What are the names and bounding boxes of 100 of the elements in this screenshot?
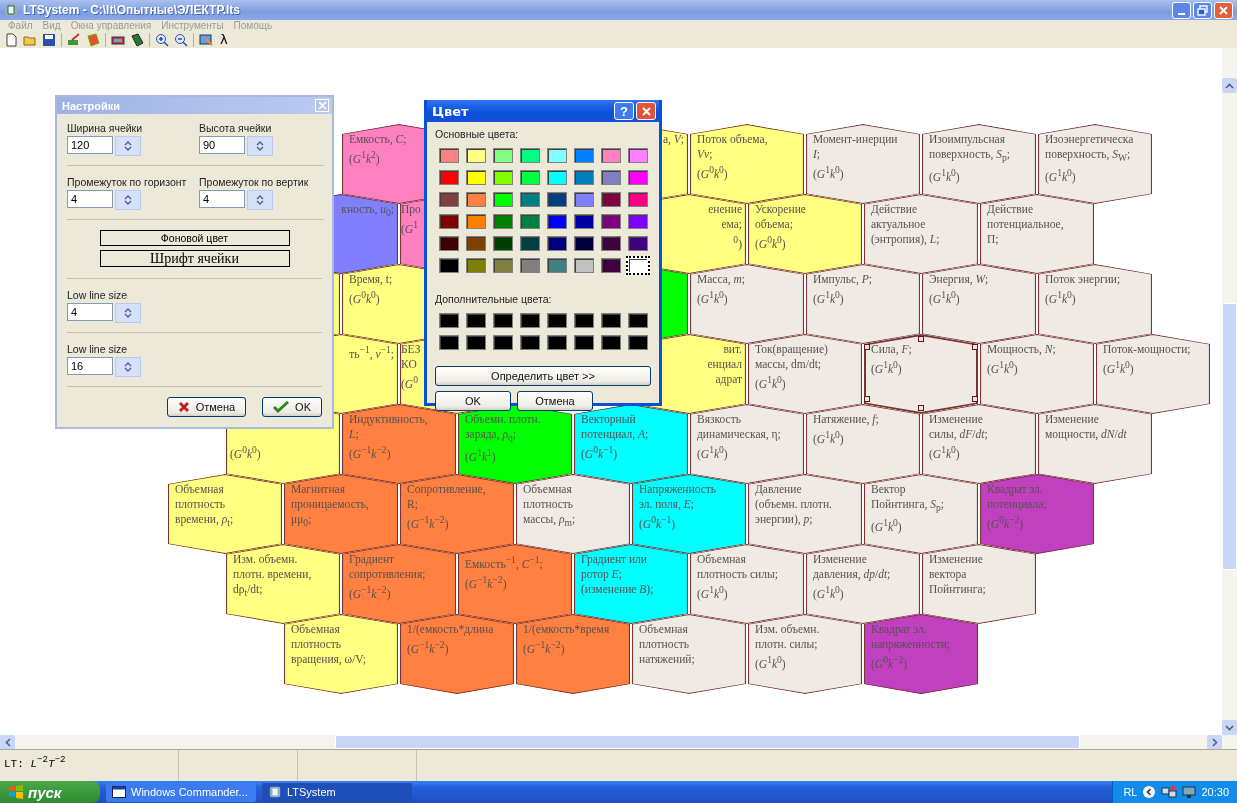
color-swatch[interactable] <box>628 335 648 350</box>
color-swatch[interactable] <box>439 313 459 328</box>
ok-button[interactable]: OK <box>435 391 511 411</box>
taskbar-button[interactable]: LTSystem <box>262 782 412 802</box>
number-field[interactable]: 4 <box>199 190 245 208</box>
hex-cell[interactable]: Векторный потенциал, A; (G$^{0}$k$^{−1}$) <box>574 404 688 484</box>
hex-cell[interactable]: Момент-инерции I; (G$^{1}$k$^{0}$) <box>806 124 920 204</box>
color-swatch[interactable] <box>520 170 540 185</box>
color-swatch[interactable] <box>520 148 540 163</box>
ok-button[interactable]: OK <box>262 397 322 417</box>
selection-handle[interactable] <box>864 344 870 350</box>
scroll-down-icon[interactable] <box>1222 720 1237 735</box>
hex-cell[interactable]: Изоэнергетическа поверхность, S$_{W}$; (G$^{1}$k$^{0}$) <box>1038 124 1152 204</box>
color-swatch[interactable] <box>601 236 621 251</box>
hex-cell[interactable]: Поток-мощности; (G$^{1}$k$^{0}$) <box>1096 334 1210 414</box>
window-icon[interactable] <box>199 33 213 47</box>
selection-handle[interactable] <box>918 336 924 342</box>
hex-cell[interactable]: Изменение вектора Пойнтинга; <box>922 544 1036 624</box>
color-swatch[interactable] <box>574 148 594 163</box>
color-swatch[interactable] <box>493 192 513 207</box>
color-swatch[interactable] <box>493 335 513 350</box>
color-swatch[interactable] <box>547 258 567 273</box>
color-swatch[interactable] <box>547 192 567 207</box>
number-field[interactable]: 4 <box>67 190 113 208</box>
box-icon[interactable] <box>111 33 125 47</box>
spin-button[interactable] <box>115 136 141 156</box>
color-swatch[interactable] <box>493 313 513 328</box>
cancel-button[interactable]: Отмена <box>166 397 247 417</box>
hex-cell[interactable]: Объемная плотность времени, ρ$_{t}$; <box>168 474 282 554</box>
color-swatch[interactable] <box>493 258 513 273</box>
color-swatch[interactable] <box>626 256 650 275</box>
start-button[interactable]: пуск <box>0 781 100 803</box>
hex-cell[interactable]: Изменение мощности, dN/dt <box>1038 404 1152 484</box>
color-swatch[interactable] <box>466 214 486 229</box>
spin-button[interactable] <box>115 190 141 210</box>
hex-cell[interactable]: Поток объема, Vv; (G$^{0}$k$^{0}$) <box>690 124 804 204</box>
lambda-button[interactable]: λ <box>218 33 230 47</box>
hex-cell[interactable]: Поток энергии; (G$^{1}$k$^{0}$) <box>1038 264 1152 344</box>
help-button[interactable]: ? <box>614 102 634 120</box>
color-swatch[interactable] <box>601 170 621 185</box>
color-swatch[interactable] <box>628 214 648 229</box>
color-swatch[interactable] <box>601 258 621 273</box>
color-swatch[interactable] <box>628 313 648 328</box>
color-swatch[interactable] <box>466 313 486 328</box>
save-icon[interactable] <box>42 33 56 47</box>
color-swatch[interactable] <box>574 170 594 185</box>
color-swatch[interactable] <box>574 313 594 328</box>
color-swatch[interactable] <box>439 335 459 350</box>
color-swatch[interactable] <box>547 313 567 328</box>
background-color-button[interactable]: Фоновой цвет <box>99 230 290 246</box>
color-swatch[interactable] <box>520 313 540 328</box>
color-swatch[interactable] <box>520 214 540 229</box>
color-swatch[interactable] <box>574 236 594 251</box>
color-swatch[interactable] <box>628 170 648 185</box>
cell-font-button[interactable]: Шрифт ячейки <box>99 250 290 267</box>
color-swatch[interactable] <box>574 192 594 207</box>
color-swatch[interactable] <box>574 258 594 273</box>
spin-button[interactable] <box>247 136 273 156</box>
color-swatch[interactable] <box>601 148 621 163</box>
network-icon[interactable] <box>1161 785 1178 799</box>
color-swatch[interactable] <box>601 192 621 207</box>
color-swatch[interactable] <box>520 335 540 350</box>
color-swatch[interactable] <box>547 148 567 163</box>
color-swatch[interactable] <box>493 214 513 229</box>
monitor-icon[interactable] <box>1182 785 1197 799</box>
scroll-up-icon[interactable] <box>1222 78 1237 93</box>
color-swatch[interactable] <box>520 236 540 251</box>
color-swatch[interactable] <box>493 148 513 163</box>
color-swatch[interactable] <box>439 170 459 185</box>
color-swatch[interactable] <box>439 258 459 273</box>
color-swatch[interactable] <box>466 170 486 185</box>
color-swatch[interactable] <box>547 170 567 185</box>
color-swatch[interactable] <box>574 214 594 229</box>
color-swatch[interactable] <box>601 335 621 350</box>
color-swatch[interactable] <box>466 192 486 207</box>
language-indicator[interactable]: RL <box>1123 786 1138 798</box>
selection-handle[interactable] <box>918 405 924 411</box>
spin-button[interactable] <box>115 303 141 323</box>
selection-handle[interactable] <box>864 396 870 402</box>
number-field[interactable]: 16 <box>67 357 113 375</box>
horizontal-scrollbar[interactable] <box>0 735 1237 749</box>
scroll-thumb[interactable] <box>1222 303 1237 570</box>
define-color-button[interactable]: Определить цвет >> <box>435 366 651 386</box>
brush-icon[interactable] <box>67 33 81 47</box>
color-swatch[interactable] <box>439 214 459 229</box>
zoom-in-icon[interactable] <box>155 33 169 47</box>
hex-cell[interactable]: Изм. объемн. плотн. силы; (G$^{1}$k$^{0}$) <box>748 614 862 694</box>
selection-handle[interactable] <box>972 344 978 350</box>
number-field[interactable]: 90 <box>199 136 245 154</box>
taskbar-button[interactable]: Windows Commander... <box>106 782 256 802</box>
color-swatch[interactable] <box>493 236 513 251</box>
color-swatch[interactable] <box>466 148 486 163</box>
color-swatch[interactable] <box>466 258 486 273</box>
spin-button[interactable] <box>247 190 273 210</box>
number-field[interactable]: 120 <box>67 136 113 154</box>
color-swatch[interactable] <box>628 192 648 207</box>
color-swatch[interactable] <box>601 313 621 328</box>
color-swatch[interactable] <box>547 214 567 229</box>
color-swatch[interactable] <box>628 236 648 251</box>
color-swatch[interactable] <box>520 258 540 273</box>
